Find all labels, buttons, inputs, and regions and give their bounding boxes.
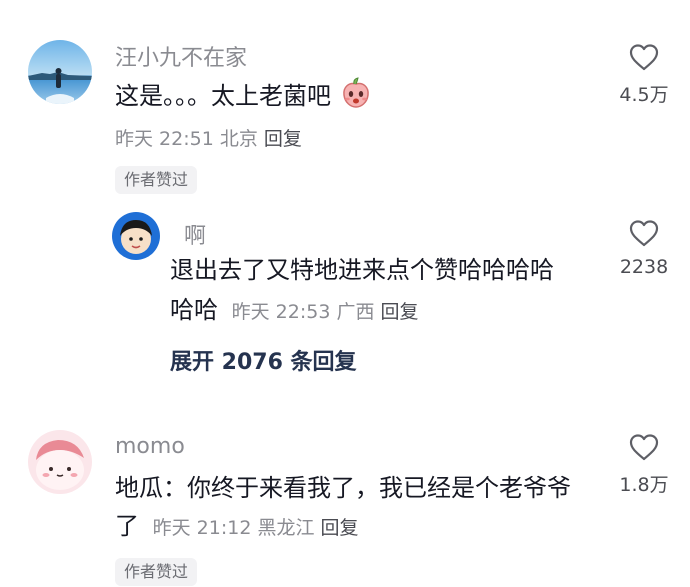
reply-like-count: 2238 [619,256,669,278]
comment-location: 北京 [219,128,258,150]
reply-avatar[interactable] [112,212,160,260]
comment-time: 昨天 22:51 [115,128,214,150]
author-liked-badge: 作者赞过 [115,558,198,586]
comment-text-line2-body: 了 [115,512,139,540]
expand-replies-button[interactable]: 展开 2076 条回复 [170,344,357,376]
comment-text-body: 这是。。。太上老菌吧 [115,82,331,110]
comment-username[interactable]: momo [115,434,185,459]
like-count: 4.5万 [619,84,669,106]
reply-reply-button[interactable]: 回复 [381,301,419,323]
comment-location: 黑龙江 [257,517,315,539]
reply-meta: 昨天 22:53 广西 回复 [232,301,419,323]
comment-text: 这是。。。太上老菌吧 [115,76,373,120]
like-button[interactable]: 1.8万 [604,432,684,497]
avatar[interactable] [28,430,92,494]
comment-text-line2: 了 昨天 21:12 黑龙江 回复 [115,508,359,546]
comment-meta: 昨天 22:51 北京 回复 [115,124,302,151]
reply-button[interactable]: 回复 [264,128,302,150]
reply-button[interactable]: 回复 [321,517,359,539]
heart-icon[interactable] [628,218,660,248]
reply-time: 昨天 22:53 [231,301,331,323]
peach-face-emoji-icon [339,76,373,120]
reply-text-line1: 退出去了又特地进来点个赞哈哈哈哈 [170,256,554,284]
like-button[interactable]: 4.5万 [604,42,684,107]
reply-like-button[interactable]: 2238 [604,218,684,278]
like-count: 1.8万 [619,474,669,496]
heart-icon[interactable] [628,42,660,72]
comment-text-line1: 地瓜：你终于来看我了，我已经是个老爷爷 [115,474,571,502]
reply-text-line2: 哈哈 昨天 22:53 广西 回复 [170,292,419,330]
comment-meta: 昨天 21:12 黑龙江 回复 [153,517,359,539]
heart-icon[interactable] [628,432,660,462]
author-liked-badge: 作者赞过 [115,166,198,194]
comment-username[interactable]: 汪小九不在家 [115,40,247,72]
comment-time: 昨天 21:12 [152,517,252,539]
reply-username[interactable]: 啊 [184,218,206,250]
avatar[interactable] [28,40,92,104]
reply-text-line2-body: 哈哈 [170,296,218,324]
reply-location: 广西 [336,301,375,323]
